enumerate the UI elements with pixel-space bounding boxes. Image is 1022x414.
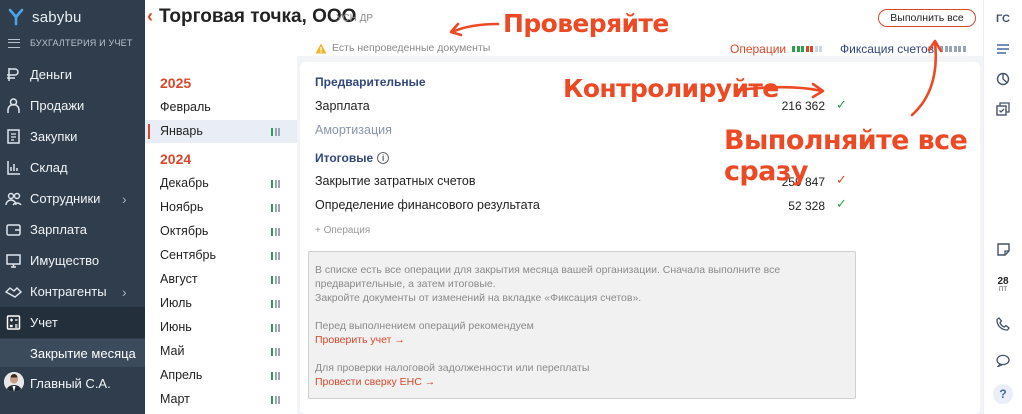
annotation-execute: Выполняйте все сразу bbox=[724, 125, 968, 187]
annotation-check: Проверяйте bbox=[503, 9, 669, 38]
annotation-control: Контролируйте bbox=[563, 74, 779, 103]
annotation-arrows bbox=[449, 22, 943, 117]
